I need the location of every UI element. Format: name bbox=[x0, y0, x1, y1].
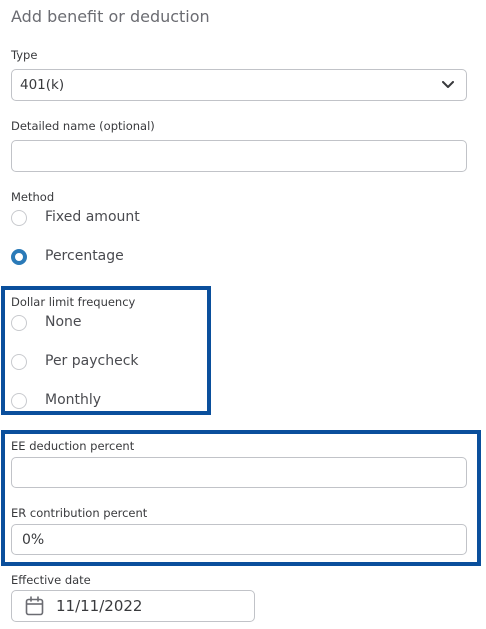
method-percentage-label[interactable]: Percentage bbox=[45, 248, 124, 264]
calendar-icon[interactable] bbox=[25, 596, 44, 616]
type-select[interactable]: 401(k) bbox=[11, 69, 467, 101]
dialog-title: Add benefit or deduction bbox=[11, 7, 210, 26]
frequency-monthly-radio[interactable] bbox=[11, 393, 27, 409]
method-label: Method bbox=[11, 190, 55, 204]
ee-deduction-percent-input[interactable] bbox=[11, 457, 467, 488]
detailed-name-label: Detailed name (optional) bbox=[11, 119, 155, 133]
effective-date-field[interactable]: 11/11/2022 bbox=[11, 590, 255, 622]
method-percentage-radio[interactable] bbox=[11, 249, 27, 265]
frequency-none-label[interactable]: None bbox=[45, 314, 82, 330]
method-fixed-amount-radio[interactable] bbox=[11, 210, 27, 226]
effective-date-value: 11/11/2022 bbox=[56, 597, 143, 615]
dollar-limit-frequency-label: Dollar limit frequency bbox=[11, 295, 136, 309]
detailed-name-input[interactable] bbox=[11, 140, 467, 172]
type-selected-value: 401(k) bbox=[20, 77, 65, 93]
er-contribution-percent-input[interactable] bbox=[11, 524, 467, 555]
frequency-per-paycheck-radio[interactable] bbox=[11, 354, 27, 370]
method-fixed-amount-label[interactable]: Fixed amount bbox=[45, 209, 140, 225]
chevron-down-icon[interactable] bbox=[442, 81, 454, 89]
frequency-none-radio[interactable] bbox=[11, 315, 27, 331]
ee-deduction-percent-label: EE deduction percent bbox=[11, 439, 135, 453]
effective-date-label: Effective date bbox=[11, 573, 91, 587]
frequency-per-paycheck-label[interactable]: Per paycheck bbox=[45, 353, 139, 369]
type-label: Type bbox=[11, 48, 38, 62]
frequency-monthly-label[interactable]: Monthly bbox=[45, 392, 101, 408]
er-contribution-percent-label: ER contribution percent bbox=[11, 506, 148, 520]
